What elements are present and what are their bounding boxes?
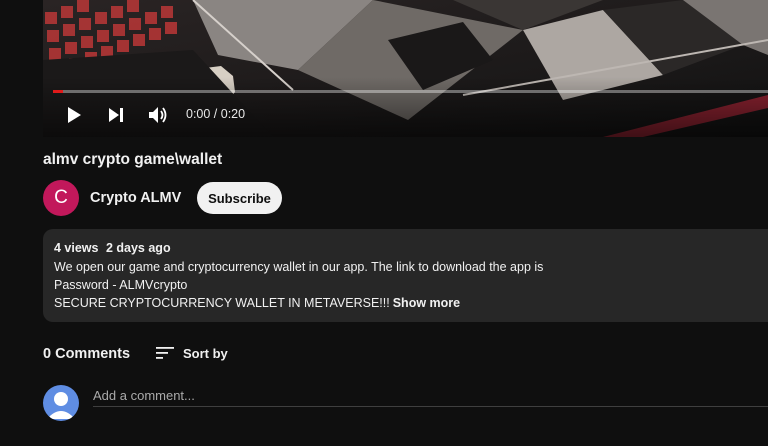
add-comment-input[interactable] — [93, 384, 768, 407]
next-button[interactable] — [105, 104, 127, 126]
description-line-text: SECURE CRYPTOCURRENCY WALLET IN METAVERS… — [54, 296, 390, 310]
channel-name[interactable]: Crypto ALMV — [90, 190, 181, 206]
subscribe-button[interactable]: Subscribe — [197, 182, 282, 214]
volume-icon — [149, 107, 167, 123]
sort-icon — [156, 347, 174, 359]
show-more-button[interactable]: Show more — [393, 296, 460, 310]
sort-by-button[interactable]: Sort by — [155, 343, 228, 363]
description-line: We open our game and cryptocurrency wall… — [54, 260, 544, 274]
volume-button[interactable] — [147, 104, 169, 126]
description-box[interactable]: 4 views 2 days ago We open our game and … — [43, 229, 768, 322]
view-count: 4 views — [54, 241, 99, 255]
video-player[interactable]: 0:00 / 0:20 — [43, 0, 768, 137]
channel-avatar[interactable]: C — [43, 180, 79, 216]
watch-page: 0:00 / 0:20 almv crypto game\wallet C Cr… — [0, 0, 768, 446]
description-meta: 4 views 2 days ago — [54, 241, 171, 255]
next-icon — [109, 108, 123, 122]
description-line: Password - ALMVcrypto — [54, 278, 188, 292]
description-line: SECURE CRYPTOCURRENCY WALLET IN METAVERS… — [54, 296, 460, 310]
user-avatar-icon — [43, 385, 79, 421]
person-icon — [47, 392, 75, 419]
play-icon — [68, 107, 81, 123]
sort-by-label: Sort by — [183, 345, 228, 361]
progress-bar[interactable] — [53, 90, 768, 93]
video-title: almv crypto game\wallet — [43, 151, 223, 168]
progress-buffered-start — [53, 90, 63, 93]
time-display: 0:00 / 0:20 — [186, 107, 246, 121]
play-button[interactable] — [63, 104, 85, 126]
upload-date: 2 days ago — [105, 241, 171, 255]
comments-count: 0 Comments — [43, 346, 131, 362]
